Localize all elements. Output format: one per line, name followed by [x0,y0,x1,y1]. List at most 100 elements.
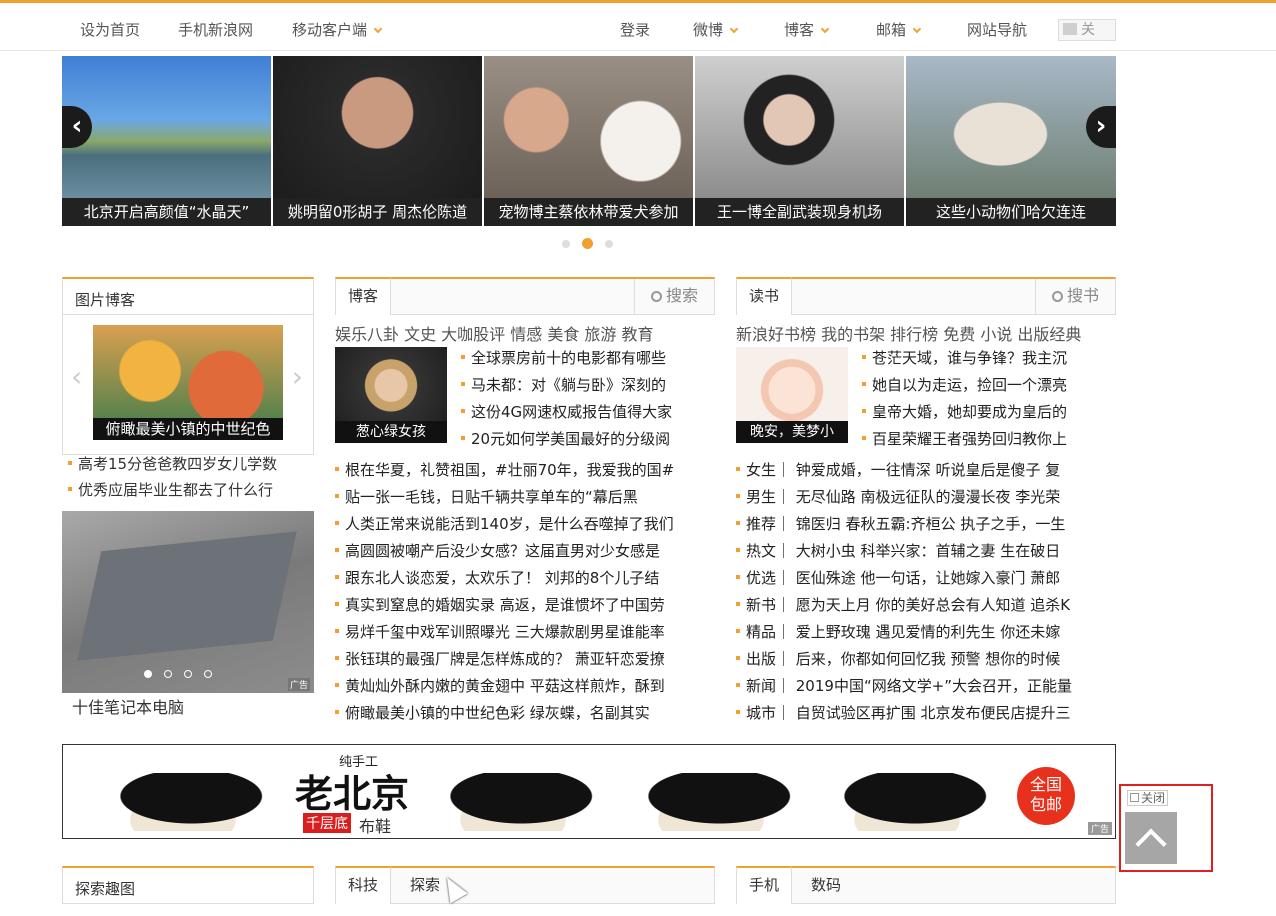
blog-thumb[interactable]: 葱心绿女孩 [335,347,447,443]
link-text: 优选｜ 医仙殊途 他一句话，让她嫁入豪门 萧郎 [746,569,1061,587]
list-item[interactable]: 高圆圆被嘲产后没少女感？这届直男对少女感是 [335,538,709,565]
weibo-menu[interactable]: 微博 [693,18,739,42]
list-item[interactable]: 新闻｜ 2019中国“网络文学+”大会召开，正能量 [736,673,1110,700]
site-nav-link[interactable]: 网站导航 [967,18,1027,42]
bullet-icon [736,656,740,660]
link-text: 精品｜ 爱上野玫瑰 遇见爱情的利先生 你还未嫁 [746,623,1061,641]
blog-categories[interactable]: 娱乐八卦 文史 大咖股评 情感 美食 旅游 教育 [335,321,654,345]
photo-blog-image[interactable]: 俯瞰最美小镇的中世纪色 [93,325,283,440]
list-item[interactable]: 新书｜ 愿为天上月 你的美好总会有人知道 追杀K [736,592,1110,619]
link-text: 真实到窒息的婚姻实录 高返，是谁惯坏了中国劳 [345,596,665,614]
list-item[interactable]: 全球票房前十的电影都有哪些 [461,345,672,372]
book-search-button[interactable]: 搜书 [1035,279,1115,315]
blog-menu[interactable]: 博客 [784,18,830,42]
list-item[interactable]: 高考15分爸爸教四岁女儿学数 [68,451,277,477]
list-item[interactable]: 推荐｜ 锦医归 春秋五霸:齐桓公 执子之手，一生 [736,511,1110,538]
tab-blog[interactable]: 博客 [336,277,392,315]
close-topbar-button[interactable]: 关 [1058,19,1116,41]
slide-image [484,56,693,198]
list-item[interactable]: 皇帝大婚，她却要成为皇后的 [862,399,1067,426]
slider-dot-active[interactable] [582,238,593,249]
link-text: 高圆圆被嘲产后没少女感？这届直男对少女感是 [345,542,661,560]
slide-caption: 这些小动物们哈欠连连 [906,198,1116,226]
list-item[interactable]: 优选｜ 医仙殊途 他一句话，让她嫁入豪门 萧郎 [736,565,1110,592]
link-text: 城市｜ 自贸试验区再扩围 北京发布便民店提升三 [746,704,1071,722]
laptop-ad-image[interactable]: 广告 [62,511,314,693]
slide-3[interactable]: 宠物博主蔡依林带爱犬参加 [484,56,693,226]
tab-books[interactable]: 读书 [737,277,793,315]
backtop-close-button[interactable]: 关闭 [1127,790,1169,806]
book-box: 读书 搜书 新浪好书榜 我的书架 排行榜 免费 小说 出版经典 晚安，美梦小 苍… [736,277,1116,727]
slider-dots [562,236,625,249]
bullet-icon [335,683,339,687]
list-item[interactable]: 20元如何学美国最好的分级阅 [461,426,672,453]
slide-image [695,56,904,198]
list-item[interactable]: 马未都：对《躺与卧》深刻的 [461,372,672,399]
slide-1[interactable]: 北京开启高颜值“水晶天” [62,56,271,226]
back-to-top-highlight: 关闭 [1119,784,1213,872]
slide-2[interactable]: 姚明留0形胡子 周杰伦陈道 [273,56,482,226]
bullet-icon [862,436,866,440]
bullet-icon [335,575,339,579]
tab-tech[interactable]: 科技 [336,866,392,904]
close-box-icon [1063,23,1077,35]
list-item[interactable]: 跟东北人谈恋爱，太欢乐了！ 刘邦的8个儿子结 [335,565,709,592]
photo-blog-title: 图片博客 [75,291,136,309]
laptop-shape [77,531,297,661]
tab-phone[interactable]: 手机 [737,866,793,904]
list-item[interactable]: 精品｜ 爱上野玫瑰 遇见爱情的利先生 你还未嫁 [736,619,1110,646]
book-categories[interactable]: 新浪好书榜 我的书架 排行榜 免费 小说 出版经典 [736,321,1081,345]
list-item[interactable]: 她自以为走运，捡回一个漂亮 [862,372,1067,399]
book-thumb[interactable]: 晚安，美梦小 [736,347,848,443]
slide-5[interactable]: 这些小动物们哈欠连连 [906,56,1116,226]
laptop-ad-caption[interactable]: 十佳笔记本电脑 [72,694,184,718]
blog-thumb-caption: 葱心绿女孩 [335,421,447,443]
photo-blog-box: 图片博客 ‹ 俯瞰最美小镇的中世纪色 › 高考15分爸爸教四岁女儿学数 优秀应届… [62,277,314,720]
list-item[interactable]: 人类正常来说能活到140岁，是什么吞噬掉了我们 [335,511,709,538]
explore-box: 探索趣图 [62,866,314,916]
link-text: 黄灿灿外酥内嫩的黄金翅中 平菇这样煎炸，酥到 [345,677,665,695]
shoe-ad-banner[interactable]: 纯手工 老北京 千层底 布鞋 全国包邮 广告 [62,744,1116,839]
list-item[interactable]: 苍茫天域，谁与争锋？我主沉 [862,345,1067,372]
list-item[interactable]: 男生｜ 无尽仙路 南极远征队的漫漫长夜 李光荣 [736,484,1110,511]
list-item[interactable]: 出版｜ 后来，你都如何回忆我 预警 想你的时候 [736,646,1110,673]
mobile-client-menu[interactable]: 移动客户端 [292,18,383,42]
login-link[interactable]: 登录 [620,18,650,42]
mail-menu[interactable]: 邮箱 [876,18,922,42]
list-item[interactable]: 张钰琪的最强厂牌是怎样炼成的？ 萧亚轩恋爱撩 [335,646,709,673]
back-to-top-button[interactable] [1125,812,1177,864]
blog-top-links: 全球票房前十的电影都有哪些 马未都：对《躺与卧》深刻的 这份4G网速权威报告值得… [461,345,672,453]
shoe-image [825,773,989,831]
carousel-next-icon[interactable]: › [292,360,303,393]
slider-dot[interactable] [562,240,570,248]
blog-search-button[interactable]: 搜索 [634,279,714,315]
list-item[interactable]: 百星荣耀王者强势回归教你上 [862,426,1067,453]
list-item[interactable]: 城市｜ 自贸试验区再扩围 北京发布便民店提升三 [736,700,1110,727]
list-item[interactable]: 贴一张一毛钱，日贴千辆共享单车的“幕后黑 [335,484,709,511]
brand-logo: 纯手工 老北京 千层底 布鞋 [295,751,425,836]
list-item[interactable]: 这份4G网速权威报告值得大家 [461,399,672,426]
list-item[interactable]: 真实到窒息的婚姻实录 高返，是谁惯坏了中国劳 [335,592,709,619]
list-item[interactable]: 热文｜ 大树小虫 科举兴家：首辅之妻 生在破日 [736,538,1110,565]
slider-dot[interactable] [605,240,613,248]
search-label: 搜书 [1066,286,1099,305]
list-item[interactable]: 俯瞰最美小镇的中世纪色彩 绿灰蝶，名副其实 [335,700,709,727]
list-item[interactable]: 女生｜ 钟爱成婚，一往情深 听说皇后是傻子 复 [736,457,1110,484]
slide-caption: 姚明留0形胡子 周杰伦陈道 [273,198,482,226]
mobile-sina-link[interactable]: 手机新浪网 [178,18,253,42]
list-item[interactable]: 易烊千玺中戏军训照曝光 三大爆款剧男星谁能率 [335,619,709,646]
tab-digital[interactable]: 数码 [799,868,853,904]
list-item[interactable]: 根在华夏，礼赞祖国，#壮丽70年，我爱我的国# [335,457,709,484]
slide-4[interactable]: 王一博全副武装现身机场 [695,56,904,226]
bullet-icon [335,467,339,471]
set-home-link[interactable]: 设为首页 [80,18,140,42]
bullet-icon [68,461,72,465]
link-text: 俯瞰最美小镇的中世纪色彩 绿灰蝶，名副其实 [345,704,650,722]
carousel-prev-icon[interactable]: ‹ [71,360,82,393]
list-item[interactable]: 黄灿灿外酥内嫩的黄金翅中 平菇这样煎炸，酥到 [335,673,709,700]
list-item[interactable]: 优秀应届毕业生都去了什么行 [68,477,277,503]
slide-image [62,56,271,198]
explore-header: 探索趣图 [62,866,314,904]
bullet-icon [736,575,740,579]
link-text: 热文｜ 大树小虫 科举兴家：首辅之妻 生在破日 [746,542,1061,560]
